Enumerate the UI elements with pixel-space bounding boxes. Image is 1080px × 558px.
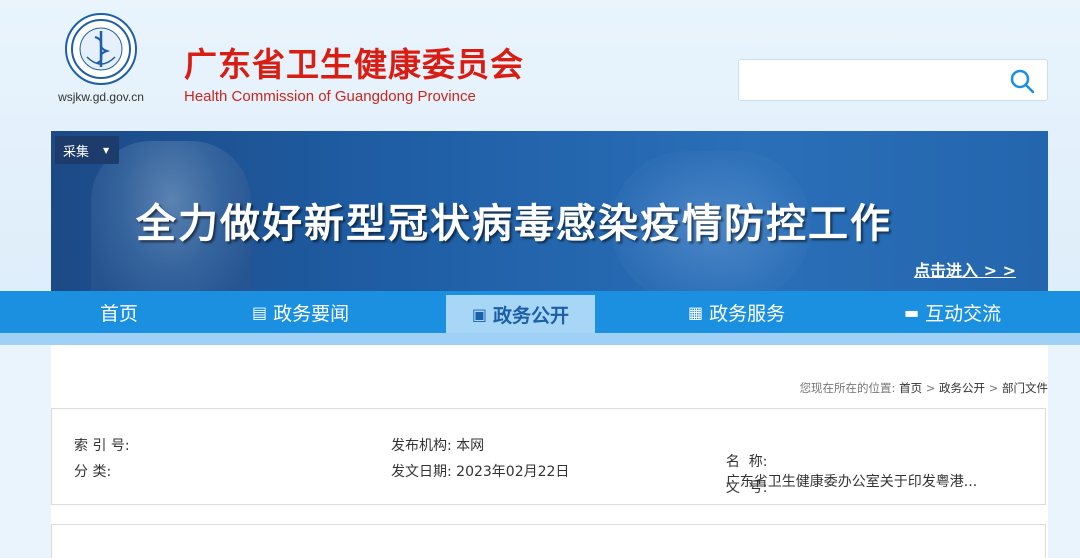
nav-item-gov-disclosure[interactable]: ▣ 政务公开 <box>446 295 595 333</box>
site-domain: wsjkw.gd.gov.cn <box>58 90 144 104</box>
issue-date-field: 发文日期: 2023年02月22日 <box>391 461 569 481</box>
category-field: 分 类: <box>74 461 111 481</box>
news-icon: ▤ <box>252 302 268 322</box>
breadcrumb-item-dept-docs[interactable]: 部门文件 <box>1002 381 1048 395</box>
nav-label: 政务公开 <box>493 304 570 327</box>
nav-label: 首页 <box>100 302 139 325</box>
epidemic-banner[interactable]: 采集 ▼ 全力做好新型冠状病毒感染疫情防控工作 点击进入 > > <box>51 131 1048 291</box>
nav-item-interaction[interactable]: ▬ 互动交流 <box>904 291 1001 333</box>
nav-item-services[interactable]: ▦ 政务服务 <box>688 291 785 333</box>
nav-item-news[interactable]: ▤ 政务要闻 <box>252 291 349 333</box>
clipboard-icon: ▦ <box>688 302 704 322</box>
index-number-field: 索 引 号: <box>74 435 130 455</box>
breadcrumb-item-disclosure[interactable]: 政务公开 <box>939 381 985 395</box>
nav-divider <box>0 333 1080 345</box>
category-label: 分 类: <box>74 464 112 480</box>
breadcrumb-separator: > <box>988 381 999 395</box>
document-body <box>51 524 1046 558</box>
banner-enter-link[interactable]: 点击进入 > > <box>914 257 1016 281</box>
main-nav: 首页 ▤ 政务要闻 ▣ 政务公开 ▦ 政务服务 ▬ 互动交流 <box>0 291 1080 333</box>
publisher-value: 本网 <box>456 438 485 454</box>
nav-label: 互动交流 <box>925 302 1002 325</box>
doc-number-field: 文 号: <box>708 461 768 529</box>
publisher-label: 发布机构: <box>391 438 452 454</box>
caret-down-icon: ▼ <box>103 145 110 155</box>
site-subtitle: Health Commission of Guangdong Province <box>184 88 476 105</box>
breadcrumb-separator: > <box>925 381 936 395</box>
nav-item-home[interactable]: 首页 <box>100 291 138 333</box>
doc-number-label: 文 号: <box>725 480 768 496</box>
document-icon: ▣ <box>471 304 488 324</box>
banner-headline: 全力做好新型冠状病毒感染疫情防控工作 <box>136 201 892 247</box>
nav-label: 政务要闻 <box>273 302 350 325</box>
collect-dropdown-button[interactable]: 采集 ▼ <box>55 136 119 164</box>
publisher-field: 发布机构: 本网 <box>391 435 484 455</box>
breadcrumb-prefix: 您现在所在的位置: <box>799 381 896 395</box>
index-number-label: 索 引 号: <box>74 438 130 454</box>
breadcrumb: 您现在所在的位置: 首页 > 政务公开 > 部门文件 <box>800 380 1048 396</box>
issue-date-value: 2023年02月22日 <box>456 464 570 480</box>
search-input[interactable] <box>738 59 1048 101</box>
document-info-box: 索 引 号: 分 类: 发布机构: 本网 发文日期: 2023年02月22日 名… <box>51 408 1046 505</box>
issue-date-label: 发文日期: <box>391 464 452 480</box>
nav-label: 政务服务 <box>709 302 786 325</box>
chat-icon: ▬ <box>904 302 920 322</box>
breadcrumb-item-home[interactable]: 首页 <box>899 381 922 395</box>
site-title[interactable]: 广东省卫生健康委员会 <box>184 38 524 86</box>
collect-label: 采集 <box>63 144 90 160</box>
health-commission-emblem-icon[interactable] <box>65 13 137 85</box>
search-icon[interactable] <box>1009 68 1035 94</box>
